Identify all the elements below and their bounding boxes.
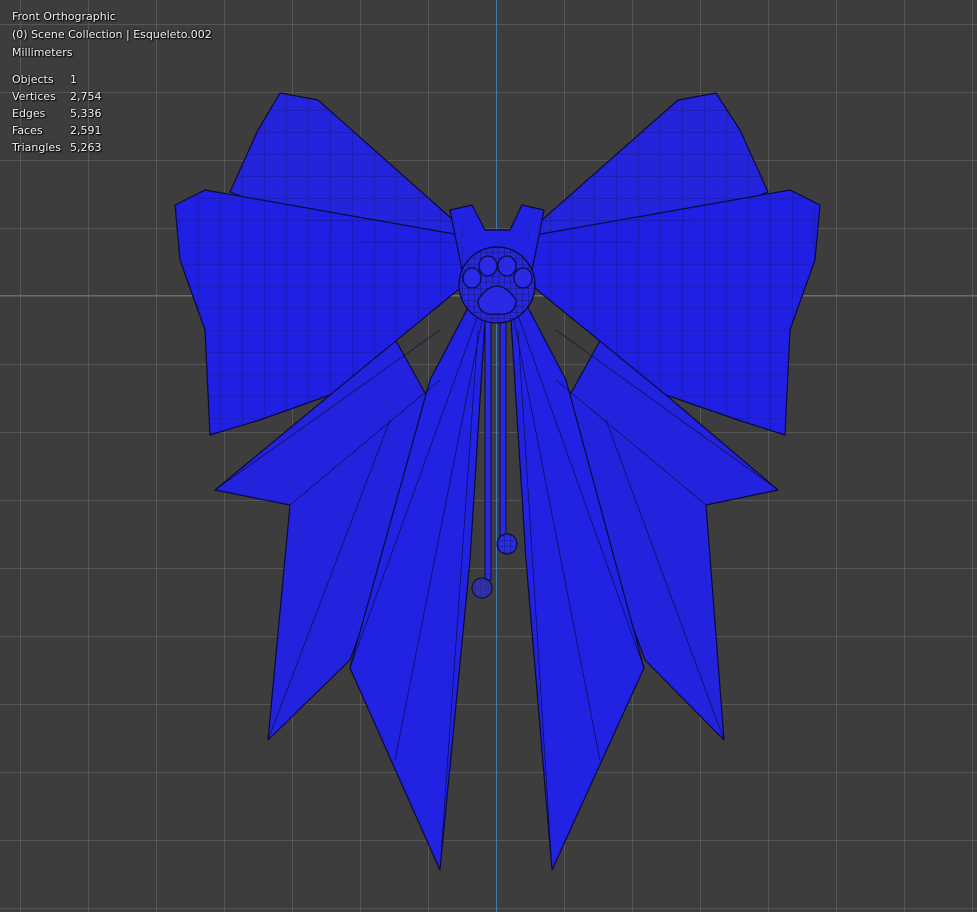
collection-name: (0) Scene Collection | Esqueleto.002 (12, 28, 212, 41)
stat-row-edges: Edges 5,336 (12, 105, 102, 122)
stat-label: Edges (12, 107, 46, 120)
stat-label: Faces (12, 124, 43, 137)
units-label: Millimeters (12, 46, 73, 59)
stat-value: 5,336 (70, 107, 102, 120)
stat-label: Vertices (12, 90, 56, 103)
stat-value: 1 (70, 73, 77, 86)
left-cord (484, 299, 492, 581)
stat-row-vertices: Vertices 2,754 (12, 88, 102, 105)
stat-row-objects: Objects 1 (12, 71, 102, 88)
stat-label: Objects (12, 73, 54, 86)
stat-label: Triangles (12, 141, 61, 154)
stat-row-triangles: Triangles 5,263 (12, 139, 102, 156)
scene-statistics: Objects 1 Vertices 2,754 Edges 5,336 Fac… (12, 71, 102, 156)
view-name: Front Orthographic (12, 10, 116, 23)
right-cord (499, 299, 507, 541)
stat-value: 5,263 (70, 141, 102, 154)
stat-value: 2,591 (70, 124, 102, 137)
paw-print-icon (458, 246, 536, 324)
viewport-info-overlay: Front Orthographic (0) Scene Collection … (12, 8, 212, 62)
3d-viewport[interactable]: Front Orthographic (0) Scene Collection … (0, 0, 977, 912)
bow-mesh-icon[interactable] (0, 0, 977, 912)
stat-row-faces: Faces 2,591 (12, 122, 102, 139)
stat-value: 2,754 (70, 90, 102, 103)
